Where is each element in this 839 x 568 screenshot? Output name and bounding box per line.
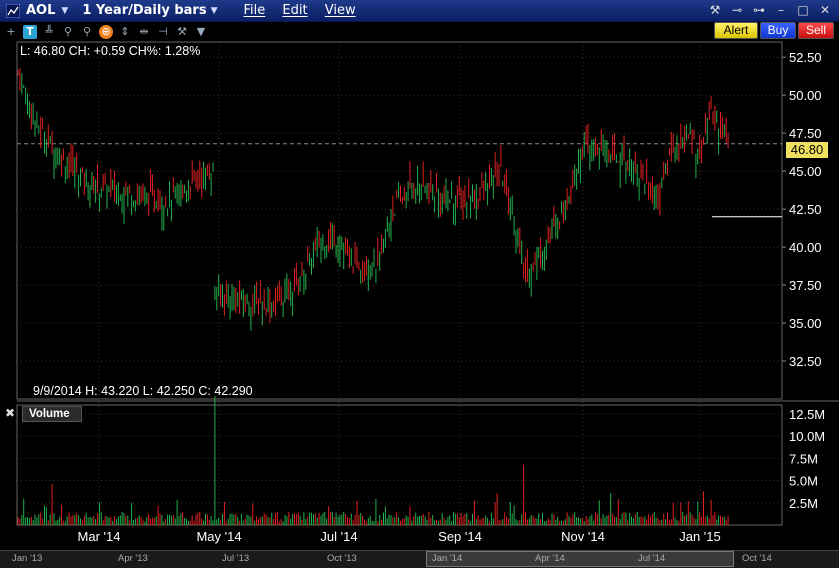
settings-wrench-icon[interactable]: ⚒ bbox=[175, 25, 189, 39]
chart-grid bbox=[16, 41, 839, 526]
symbol-dropdown-icon[interactable]: ▼ bbox=[61, 6, 68, 16]
window-controls: ⚒ ⊸ ⊶ – □ ✕ bbox=[707, 3, 833, 17]
buy-button[interactable]: Buy bbox=[760, 22, 796, 39]
price-tick-label: 35.00 bbox=[789, 316, 822, 331]
volume-tick-label: 7.5M bbox=[789, 451, 818, 466]
nav-label: Oct '14 bbox=[742, 553, 772, 564]
nav-label: Apr '13 bbox=[118, 553, 148, 564]
alert-button[interactable]: Alert bbox=[714, 22, 758, 39]
link-icon[interactable]: ⊶ bbox=[751, 3, 767, 17]
wrench-icon[interactable]: ⚒ bbox=[707, 3, 723, 17]
price-chart[interactable]: 52.50 50.00 47.50 45.00 42.50 40.00 37.50 35.00… bbox=[0, 40, 839, 550]
split-vertical-icon[interactable]: ⇕ bbox=[118, 25, 132, 39]
last-price-readout: L: 46.80 CH: +0.59 CH%: 1.28% bbox=[20, 44, 201, 58]
price-tick-label: 52.50 bbox=[789, 50, 822, 65]
candlestick-series bbox=[17, 68, 729, 331]
tools-arrow-icon[interactable]: + bbox=[4, 25, 18, 39]
volume-tick-label: 10.0M bbox=[789, 429, 825, 444]
text-tool-icon[interactable]: T bbox=[23, 25, 37, 39]
price-tick-label: 37.50 bbox=[789, 278, 822, 293]
volume-series bbox=[17, 396, 729, 525]
nav-label: Jan '13 bbox=[12, 553, 43, 564]
chart-tool-icon[interactable]: ╩ bbox=[42, 25, 56, 39]
maximize-icon[interactable]: □ bbox=[795, 3, 811, 17]
time-tick-label: Sep '14 bbox=[438, 529, 482, 544]
period-dropdown-icon[interactable]: ▼ bbox=[211, 6, 218, 16]
close-panel-icon[interactable]: ✖ bbox=[5, 406, 15, 420]
more-dropdown-icon[interactable]: ▼ bbox=[194, 25, 208, 39]
price-tick-label: 45.00 bbox=[789, 164, 822, 179]
nav-label: Jul '14 bbox=[638, 553, 666, 564]
navigator-window-handle[interactable] bbox=[426, 551, 734, 567]
time-tick-label: Jan '15 bbox=[679, 529, 721, 544]
adjust-icon[interactable]: ⊣ bbox=[156, 25, 170, 39]
nav-label: Jul '13 bbox=[222, 553, 250, 564]
close-icon[interactable]: ✕ bbox=[817, 3, 833, 17]
menu-view[interactable]: View bbox=[325, 3, 356, 18]
time-tick-label: Nov '14 bbox=[561, 529, 605, 544]
volume-tick-label: 5.0M bbox=[789, 474, 818, 489]
time-tick-label: Mar '14 bbox=[78, 529, 121, 544]
price-tick-label: 32.50 bbox=[789, 354, 822, 369]
volume-tick-label: 12.5M bbox=[789, 407, 825, 422]
menu-bar: File Edit View bbox=[244, 3, 369, 18]
price-tick-label: 47.50 bbox=[789, 126, 822, 141]
pin-icon[interactable]: ⊸ bbox=[729, 3, 745, 17]
time-tick-label: Jul '14 bbox=[320, 529, 357, 544]
title-bar: AOL ▼ 1 Year/Daily bars ▼ File Edit View… bbox=[0, 0, 839, 22]
price-tick-label: 50.00 bbox=[789, 88, 822, 103]
menu-file[interactable]: File bbox=[244, 3, 266, 18]
period-label[interactable]: 1 Year/Daily bars bbox=[82, 3, 206, 18]
nav-label: Oct '13 bbox=[327, 553, 357, 564]
crosshair-icon[interactable]: ⊕ bbox=[99, 25, 113, 39]
zoom-in-icon[interactable]: ⚲ bbox=[61, 25, 75, 39]
price-tick-label: 40.00 bbox=[789, 240, 822, 255]
price-tick-label: 42.50 bbox=[789, 202, 822, 217]
sell-button[interactable]: Sell bbox=[798, 22, 834, 39]
volume-tick-label: 2.5M bbox=[789, 496, 818, 511]
price-pane-border bbox=[16, 41, 783, 400]
symbol-label[interactable]: AOL bbox=[26, 3, 55, 18]
zoom-out-icon[interactable]: ⚲ bbox=[80, 25, 94, 39]
chart-app-icon bbox=[6, 3, 20, 18]
bar-ohlc-readout: 9/9/2014 H: 43.220 L: 42.250 C: 42.290 bbox=[33, 384, 253, 398]
volume-panel-label: Volume bbox=[22, 406, 82, 422]
nav-label: Apr '14 bbox=[535, 553, 565, 564]
split-horizontal-icon[interactable]: ⇹ bbox=[137, 25, 151, 39]
last-price-tag: 46.80 bbox=[786, 142, 828, 158]
time-tick-label: May '14 bbox=[196, 529, 241, 544]
nav-label: Jan '14 bbox=[432, 553, 463, 564]
menu-edit[interactable]: Edit bbox=[282, 3, 307, 18]
minimize-icon[interactable]: – bbox=[773, 3, 789, 17]
